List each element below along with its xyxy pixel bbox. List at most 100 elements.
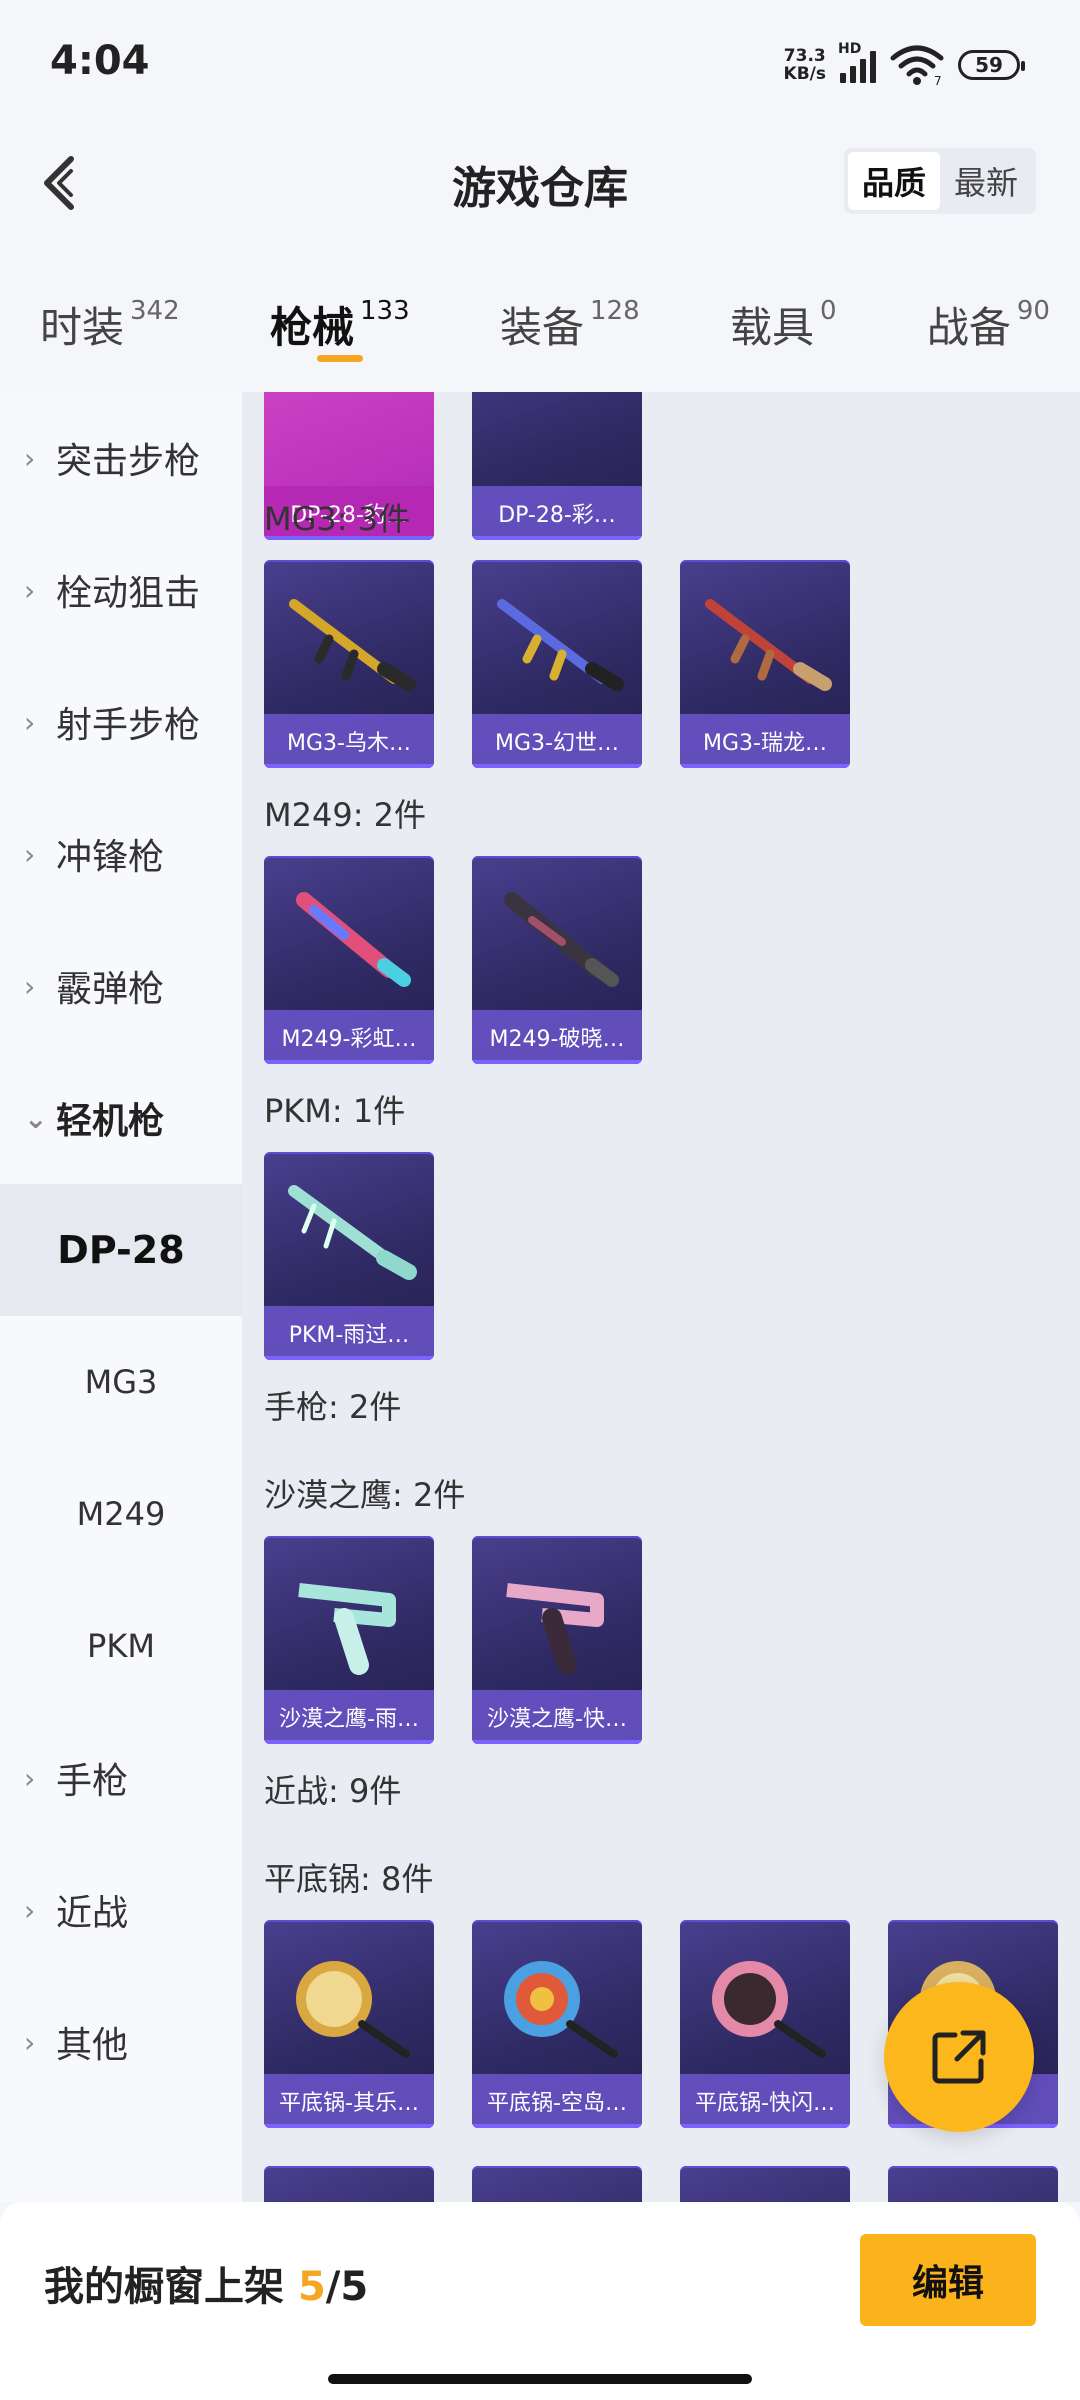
- item-card[interactable]: 平底锅-快闪…: [680, 1920, 850, 2128]
- item-card[interactable]: [888, 2166, 1058, 2202]
- deagle-skin-image: [506, 1583, 604, 1675]
- sidebar-item-smg[interactable]: › 冲锋枪: [0, 788, 242, 920]
- chevron-right-icon: ›: [24, 2025, 36, 2059]
- mg3-skin-image: [497, 599, 624, 691]
- tab-equipment[interactable]: 装备 128: [500, 270, 640, 390]
- tab-count: 0: [819, 296, 837, 326]
- chevron-right-icon: ›: [24, 1893, 36, 1927]
- showcase-label: 我的橱窗上架: [44, 2264, 298, 2310]
- tab-count: 342: [130, 296, 180, 326]
- sidebar-subitem-m249[interactable]: M249: [0, 1448, 242, 1580]
- item-card[interactable]: 平底锅-空岛…: [472, 1920, 642, 2128]
- item-card-label: MG3-幻世…: [472, 714, 642, 768]
- item-card[interactable]: [680, 2166, 850, 2202]
- item-card[interactable]: 平底锅-其乐…: [264, 1920, 434, 2128]
- chevron-left-icon: [44, 156, 74, 210]
- tab-firearms[interactable]: 枪械 133: [270, 270, 410, 390]
- tab-count: 133: [360, 296, 410, 326]
- item-card-label: 沙漠之鹰-快…: [472, 1690, 642, 1744]
- item-card-label: MG3-瑞龙…: [680, 714, 850, 768]
- sidebar-item-dmr[interactable]: › 射手步枪: [0, 656, 242, 788]
- item-grid: DP-28-豹… DP-28-彩… MG3: 3件 MG3-乌木… MG3-幻世…: [242, 392, 1080, 2202]
- group-title-deagle: 沙漠之鹰: 2件: [264, 1476, 466, 1514]
- group-title-mg3: MG3: 3件: [264, 500, 411, 538]
- sidebar-item-label: 栓动狙击: [56, 573, 201, 614]
- m249-skin-image: [296, 892, 411, 987]
- tab-vehicles[interactable]: 载具 0: [730, 270, 837, 390]
- sidebar-item-bolt-sniper[interactable]: › 栓动狙击: [0, 524, 242, 656]
- mg3-skin-image: [705, 599, 832, 691]
- net-speed-unit: KB/s: [783, 64, 826, 84]
- item-card-label: 平底锅-快闪…: [680, 2074, 850, 2128]
- tab-label: 载具: [729, 303, 814, 352]
- back-button[interactable]: [24, 148, 94, 218]
- showcase-current: 5: [297, 2264, 326, 2310]
- chevron-right-icon: ›: [24, 705, 36, 739]
- tab-label: 装备: [499, 303, 584, 352]
- item-card[interactable]: 沙漠之鹰-雨…: [264, 1536, 434, 1744]
- net-speed-value: 73.3: [783, 46, 826, 66]
- cell-signal-icon: HD: [838, 41, 876, 83]
- sidebar-item-lmg[interactable]: ⌄ 轻机枪: [0, 1052, 242, 1184]
- chevron-right-icon: ›: [24, 573, 36, 607]
- signal-bar: [840, 73, 846, 83]
- item-card-label: 平底锅-空岛…: [472, 2074, 642, 2128]
- sidebar-item-label: 射手步枪: [56, 705, 201, 746]
- active-tab-indicator: [316, 355, 363, 362]
- sidebar-subitem-pkm[interactable]: PKM: [0, 1580, 242, 1712]
- home-indicator[interactable]: [328, 2374, 752, 2384]
- showcase-total: /5: [325, 2264, 369, 2310]
- pan-skin-image: [712, 1961, 826, 2058]
- share-external-icon: [932, 2030, 986, 2084]
- item-card[interactable]: [264, 2166, 434, 2202]
- edit-button[interactable]: 编辑: [860, 2234, 1036, 2326]
- tab-label: 战备: [926, 303, 1011, 352]
- item-card-label: PKM-雨过…: [264, 1306, 434, 1360]
- share-fab-button[interactable]: [884, 1982, 1034, 2132]
- item-card[interactable]: MG3-瑞龙…: [680, 560, 850, 768]
- tab-fashion[interactable]: 时装 342: [40, 270, 180, 390]
- item-card-label: M249-彩虹…: [264, 1010, 434, 1064]
- chevron-right-icon: ›: [24, 837, 36, 871]
- wifi-sub: 7: [934, 74, 942, 86]
- item-card[interactable]: PKM-雨过…: [264, 1152, 434, 1360]
- tab-battle-gear[interactable]: 战备 90: [927, 270, 1050, 390]
- wifi-icon: 7: [890, 45, 944, 86]
- sidebar-item-other[interactable]: › 其他: [0, 1976, 242, 2108]
- hd-label: HD: [838, 41, 862, 57]
- sidebar-subitem-dp28[interactable]: DP-28: [0, 1184, 242, 1316]
- m249-skin-image: [504, 892, 619, 987]
- pan-skin-image: [296, 1961, 410, 2058]
- sidebar-item-label: 轻机枪: [56, 1101, 165, 1142]
- pan-skin-image: [504, 1961, 618, 2058]
- item-card[interactable]: 沙漠之鹰-快…: [472, 1536, 642, 1744]
- group-title-melee: 近战: 9件: [264, 1772, 402, 1810]
- sort-quality-button[interactable]: 品质: [847, 152, 940, 210]
- tab-label: 枪械: [269, 303, 354, 352]
- signal-bar: [870, 51, 876, 83]
- mg3-skin-image: [289, 599, 416, 691]
- item-card-label: 平底锅-其乐…: [264, 2074, 434, 2128]
- tab-label: 时装: [40, 303, 125, 352]
- sidebar-item-shotgun[interactable]: › 霰弹枪: [0, 920, 242, 1052]
- chevron-right-icon: ›: [24, 441, 36, 475]
- item-card[interactable]: [472, 2166, 642, 2202]
- item-card[interactable]: MG3-幻世…: [472, 560, 642, 768]
- item-card[interactable]: DP-28-彩…: [472, 392, 642, 540]
- sidebar-item-label: 冲锋枪: [56, 837, 165, 878]
- sidebar-item-melee[interactable]: › 近战: [0, 1844, 242, 1976]
- group-title-m249: M249: 2件: [264, 796, 427, 834]
- tab-count: 128: [589, 296, 640, 326]
- battery-icon: 59: [958, 50, 1025, 80]
- item-card[interactable]: M249-彩虹…: [264, 856, 434, 1064]
- sidebar-item-assault-rifle[interactable]: › 突击步枪: [0, 392, 242, 524]
- item-card[interactable]: M249-破晓…: [472, 856, 642, 1064]
- item-card[interactable]: MG3-乌木…: [264, 560, 434, 768]
- sort-latest-button[interactable]: 最新: [940, 152, 1032, 210]
- chevron-right-icon: ›: [24, 1761, 36, 1795]
- sidebar-item-label: 近战: [56, 1893, 129, 1934]
- sidebar-subitem-mg3[interactable]: MG3: [0, 1316, 242, 1448]
- sidebar-item-pistol[interactable]: › 手枪: [0, 1712, 242, 1844]
- sidebar-item-label: 手枪: [56, 1761, 129, 1802]
- pkm-skin-image: [288, 1185, 417, 1280]
